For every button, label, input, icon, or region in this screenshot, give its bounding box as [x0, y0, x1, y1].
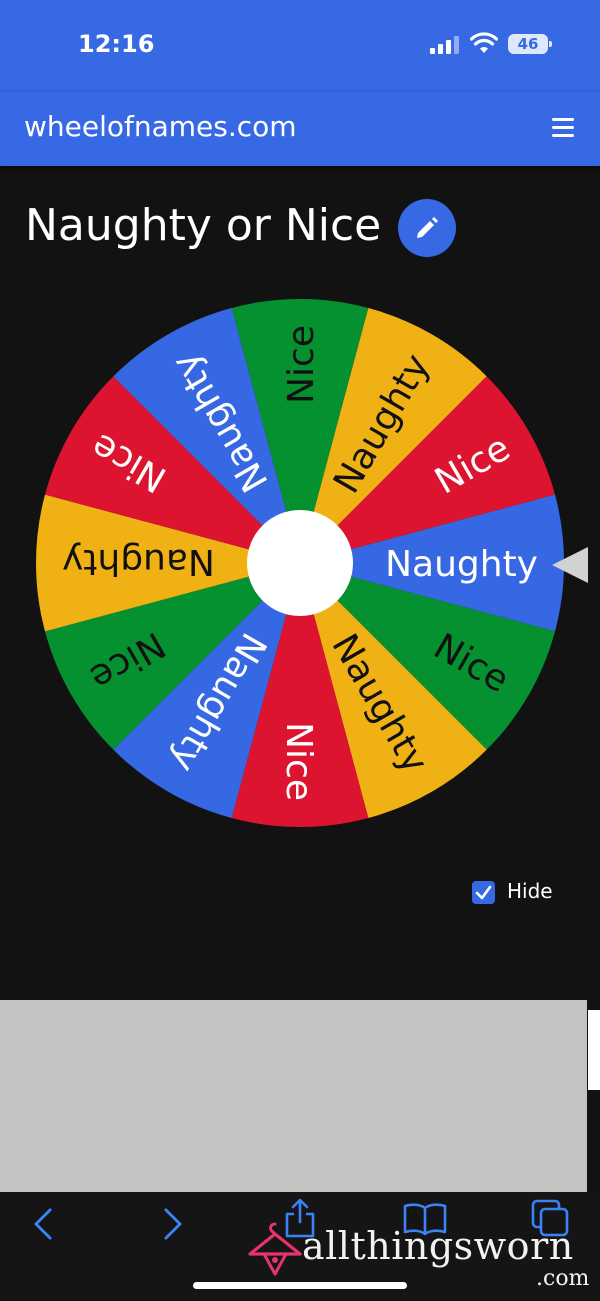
- name-wheel[interactable]: Nice NaughtyNiceNaughtyNiceNaughtyNiceNau…: [36, 299, 564, 827]
- hide-label: Hide: [507, 879, 553, 903]
- wifi-icon: [470, 32, 498, 53]
- triangle-pointer-icon: [552, 547, 588, 583]
- status-bar: 12:16 46: [0, 0, 600, 92]
- watermark-suffix: .com: [536, 1266, 590, 1291]
- cellular-signal-icon: [430, 36, 462, 54]
- hamburger-menu-icon[interactable]: [552, 118, 574, 138]
- wheel-segment-label: Nice: [281, 325, 322, 404]
- checkmark-icon: [475, 885, 492, 900]
- wheel-segment-label: Nice: [278, 722, 319, 801]
- back-icon[interactable]: [28, 1204, 58, 1244]
- battery-icon: 46: [508, 34, 552, 54]
- wheel-segment-label: Naughty: [62, 541, 215, 582]
- hanger-logo-icon: [248, 1222, 302, 1276]
- hide-checkbox[interactable]: [472, 881, 495, 904]
- scrollbar[interactable]: [588, 1010, 600, 1090]
- wheel-segment-label: Naughty: [385, 544, 538, 585]
- wheel-center-hub[interactable]: [247, 510, 353, 616]
- edit-title-button[interactable]: [398, 199, 456, 257]
- pencil-icon: [417, 217, 438, 238]
- home-indicator[interactable]: [193, 1282, 407, 1289]
- watermark-text: allthingsworn: [302, 1224, 574, 1268]
- grey-panel: [0, 1000, 587, 1192]
- site-header: wheelofnames.com: [0, 92, 600, 166]
- wheel-title: Naughty or Nice: [25, 200, 382, 251]
- site-name[interactable]: wheelofnames.com: [24, 110, 297, 143]
- status-time: 12:16: [78, 30, 155, 58]
- forward-icon[interactable]: [158, 1204, 188, 1244]
